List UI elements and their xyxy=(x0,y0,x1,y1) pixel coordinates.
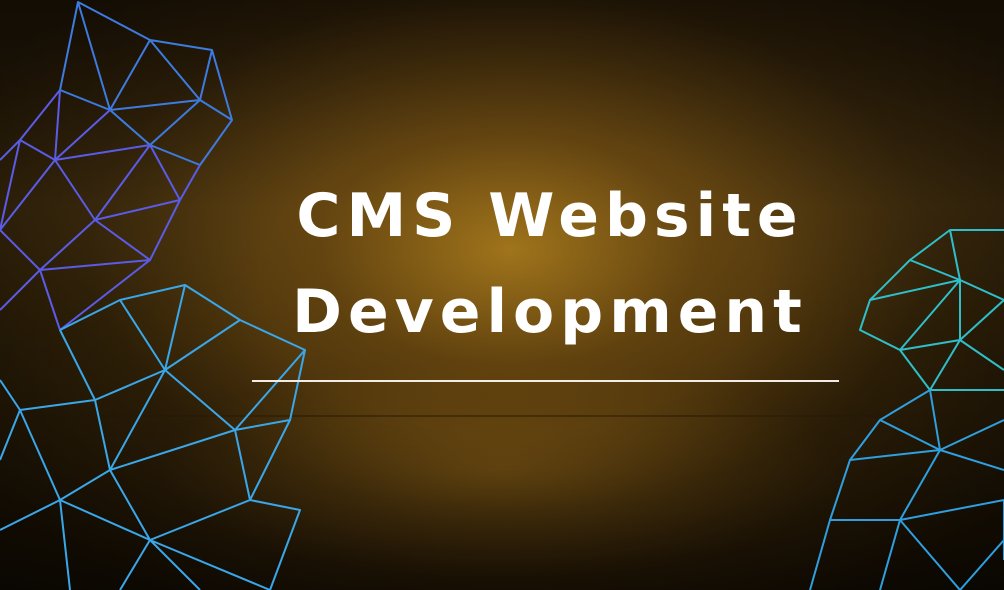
title-line-1: CMS Website xyxy=(296,181,804,251)
title-line-2: Development xyxy=(292,277,808,347)
page-title: CMS Website Development xyxy=(180,168,920,360)
title-divider xyxy=(252,380,839,382)
banner: CMS Website Development xyxy=(0,0,1004,590)
